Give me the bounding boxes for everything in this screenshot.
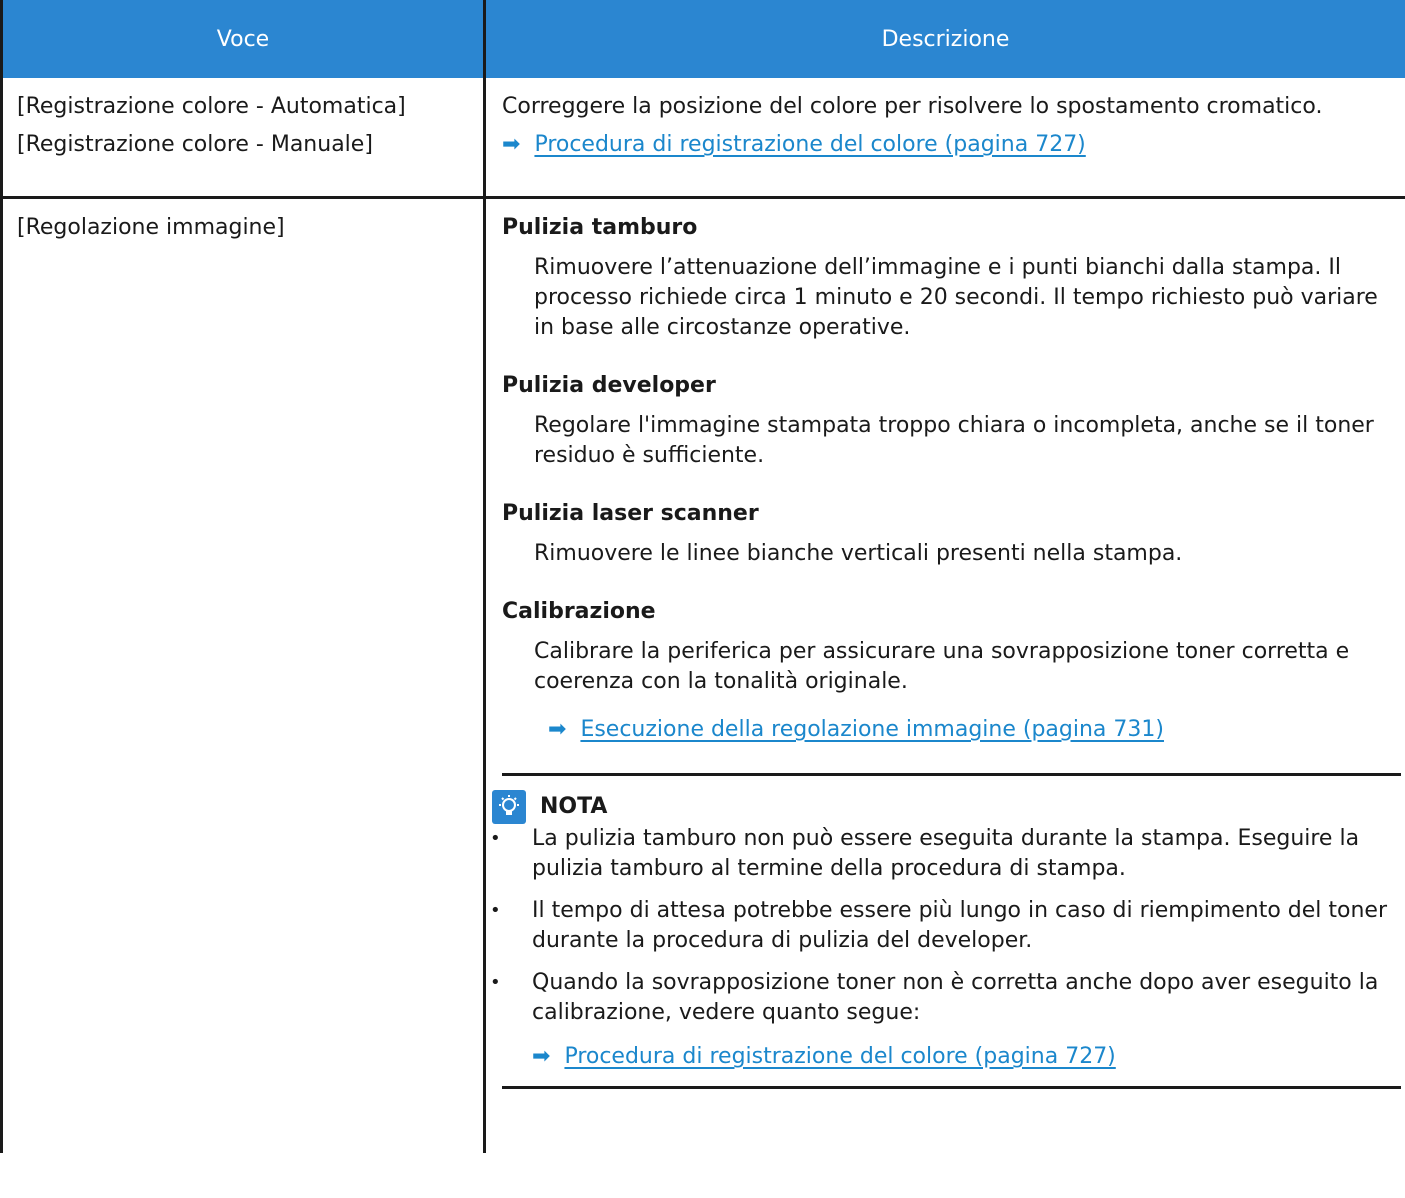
- header-description: Descrizione: [483, 0, 1405, 78]
- section-title: Pulizia tamburo: [502, 215, 698, 240]
- description-cell: Pulizia tamburo Rimuovere l’attenuazione…: [483, 197, 1405, 1153]
- reference-link-row: ➡ Procedura di registrazione del colore (…: [502, 130, 1401, 160]
- right-arrow-icon: ➡: [548, 717, 567, 742]
- item-cell: [Regolazione immagine]: [0, 197, 486, 1153]
- table-row: [Regolazione immagine] Pulizia tamburo R…: [0, 197, 1405, 1153]
- right-arrow-icon: ➡: [502, 132, 521, 157]
- item-label: [Regolazione immagine]: [17, 215, 285, 240]
- section-text: Rimuovere l’attenuazione dell’immagine e…: [534, 255, 1378, 340]
- settings-table: Voce Descrizione [Registrazione colore -…: [0, 0, 1405, 1153]
- item-label-manual: [Registrazione colore - Manuale]: [17, 132, 373, 157]
- item-label-auto: [Registrazione colore - Automatica]: [17, 94, 406, 119]
- list-item: • La pulizia tamburo non può essere esegu…: [490, 826, 1360, 881]
- item-cell: [Registrazione colore - Automatica] [Reg…: [0, 78, 486, 199]
- list-item: • Quando la sovrapposizione toner non è c…: [490, 970, 1379, 1025]
- table-header-row: Voce Descrizione: [0, 0, 1405, 78]
- section-text: Calibrare la periferica per assicurare u…: [534, 639, 1350, 694]
- list-item-text: La pulizia tamburo non può essere esegui…: [532, 826, 1360, 881]
- section-title: Pulizia laser scanner: [502, 501, 759, 526]
- color-registration-link[interactable]: Procedura di registrazione del colore (p…: [534, 132, 1085, 157]
- list-item: • Il tempo di attesa potrebbe essere più …: [490, 898, 1388, 953]
- note-header: NOTA: [492, 790, 1401, 824]
- list-item-text: Il tempo di attesa potrebbe essere più l…: [532, 898, 1388, 953]
- image-adjustment-link[interactable]: Esecuzione della regolazione immagine (p…: [580, 717, 1164, 742]
- lightbulb-icon: [492, 790, 526, 824]
- note-color-registration-link[interactable]: Procedura di registrazione del colore (p…: [564, 1044, 1115, 1069]
- section-text: Rimuovere le linee bianche verticali pre…: [534, 541, 1183, 566]
- description-cell: Correggere la posizione del colore per r…: [483, 78, 1405, 199]
- right-arrow-icon: ➡: [532, 1044, 551, 1069]
- description-text: Correggere la posizione del colore per r…: [502, 94, 1323, 119]
- reference-link-row: ➡ Esecuzione della regolazione immagine (…: [502, 715, 1401, 745]
- note-title: NOTA: [540, 794, 608, 819]
- note-box: NOTA • La pulizia tamburo non può essere …: [490, 773, 1401, 1089]
- list-item-text: Quando la sovrapposizione toner non è co…: [532, 970, 1379, 1025]
- header-item: Voce: [0, 0, 486, 78]
- section-text: Regolare l'immagine stampata troppo chia…: [534, 413, 1374, 468]
- section-title: Pulizia developer: [502, 373, 716, 398]
- note-list: • La pulizia tamburo non può essere esegu…: [490, 824, 1401, 1028]
- table-row: [Registrazione colore - Automatica] [Reg…: [0, 78, 1405, 199]
- reference-link-row: ➡ Procedura di registrazione del colore (…: [502, 1042, 1401, 1072]
- section-title: Calibrazione: [502, 599, 656, 624]
